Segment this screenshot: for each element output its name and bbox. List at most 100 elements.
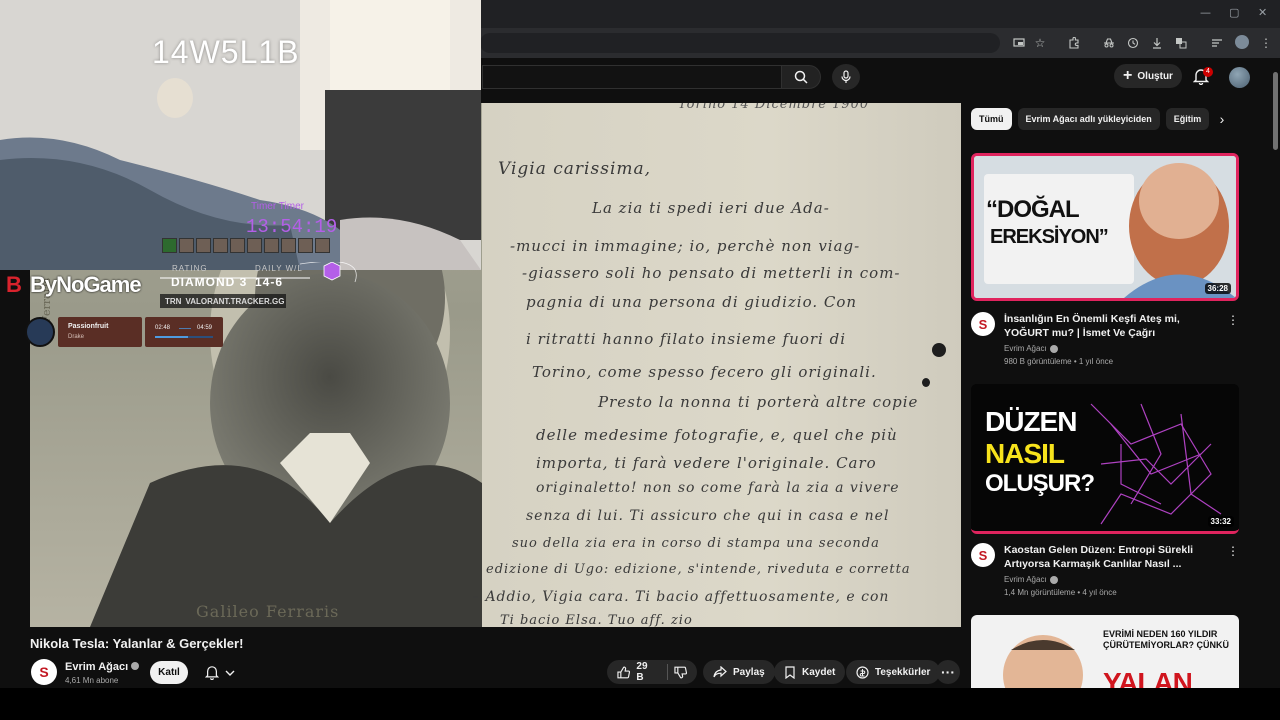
share-icon [713, 666, 727, 678]
letter-line: -mucci in immagine; io, perchè non viag- [510, 237, 861, 255]
share-button[interactable]: Paylaş [703, 660, 775, 684]
bynogame-logo-icon: B [6, 272, 22, 297]
voice-search-button[interactable] [832, 64, 860, 90]
more-vertical-icon[interactable]: ⋮ [1227, 544, 1239, 558]
thumbnail-text: “DOĞAL [986, 196, 1080, 223]
stream-code: 14W5L1B [152, 34, 300, 70]
letter-line: La zia ti spedi ieri due Ada- [592, 199, 830, 217]
letter-line: Torino 14 Dicembre 1900 [678, 103, 870, 112]
cast-icon[interactable] [1010, 34, 1028, 52]
chip-from-uploader[interactable]: Evrim Ağacı adlı yükleyiciden [1017, 108, 1160, 130]
search-input[interactable] [482, 65, 782, 89]
search-button[interactable] [781, 65, 821, 89]
channel-avatar[interactable]: S [31, 659, 57, 685]
close-icon[interactable]: ✕ [1258, 6, 1267, 19]
album-cover [25, 317, 55, 347]
letter-line: Torino, come spesso fecero gli originali… [532, 363, 877, 381]
channel-avatar[interactable]: S [971, 543, 995, 567]
verified-icon [1049, 344, 1058, 353]
download-icon[interactable] [1148, 34, 1166, 52]
thumbnail-text: ÇÜRÜTEMİYORLAR? ÇÜNKÜ [1103, 640, 1229, 650]
webcam-overlay: 14W5L1B Timer Timer 13:54:19 [0, 0, 481, 270]
play-icon [162, 238, 177, 253]
recommendation-channel[interactable]: Evrim Ağacı [1004, 344, 1058, 353]
agent-icon [179, 238, 194, 253]
thanks-button[interactable]: Teşekkürler [846, 660, 941, 684]
account-avatar[interactable] [1229, 67, 1250, 88]
extensions-icon[interactable] [1065, 34, 1083, 52]
more-horizontal-icon: ··· [941, 664, 955, 680]
recommendation-meta: 1,4 Mn görüntüleme • 4 yıl önce [1004, 588, 1117, 597]
letter-line: pagnia di una persona di giudizio. Con [526, 293, 858, 311]
history-icon[interactable] [1124, 34, 1142, 52]
recommendation-title[interactable]: İnsanlığın En Önemli Keşfi Ateş mi, YOĞU… [1004, 312, 1222, 340]
now-playing-progress: 02:48 04:59 [145, 317, 223, 347]
scrollbar-thumb[interactable] [1273, 72, 1278, 150]
channel-avatar[interactable]: S [971, 312, 995, 336]
tracker-brand: TRN [165, 296, 182, 306]
portrait-caption: Galileo Ferraris [196, 602, 340, 621]
agent-icon [213, 238, 228, 253]
chevron-down-icon [225, 670, 235, 676]
letter-line: Vigia carissima, [498, 159, 652, 179]
thumbnail-text: OLUŞUR? [985, 470, 1095, 497]
star-icon[interactable]: ☆ [1031, 34, 1049, 52]
more-actions-button[interactable]: ··· [936, 660, 960, 684]
recommendation-thumbnail[interactable]: DÜZEN NASIL OLUŞUR? 33:32 [971, 384, 1239, 534]
agent-portraits [162, 238, 330, 254]
minimize-icon[interactable]: — [1200, 6, 1211, 19]
verified-icon [131, 662, 140, 670]
thumbnail-text: DÜZEN [985, 406, 1077, 437]
recommendation-thumbnail[interactable]: EVRİMİ NEDEN 160 YILDIR ÇÜRÜTEMİYORLAR? … [971, 615, 1239, 688]
daily-label: DAILY W/L [255, 264, 303, 273]
tracker-badge: TRN VALORANT.TRACKER.GG [160, 294, 286, 308]
duration-badge: 36:28 [1204, 283, 1231, 294]
translate-icon[interactable] [1172, 34, 1190, 52]
subscription-bell-button[interactable] [196, 661, 244, 684]
screen: — ▢ ✕ ☆ ⋮ + Oluştur 4 Ferraris Galileo F… [0, 0, 1280, 720]
track-artist: Drake [68, 334, 85, 340]
thumbs-up-icon[interactable] [617, 666, 631, 679]
bookmark-icon [785, 665, 795, 679]
reading-list-icon[interactable] [1208, 34, 1226, 52]
more-vertical-icon[interactable]: ⋮ [1227, 313, 1239, 327]
agent-icon [298, 238, 313, 253]
page-scrollbar[interactable] [1272, 60, 1280, 688]
recommendation-meta: 980 B görüntüleme • 1 yıl önce [1004, 357, 1114, 366]
recommendation-thumbnail[interactable]: “DOĞAL EREKSİYON” 36:28 [971, 153, 1239, 301]
video-title: Nikola Tesla: Yalanlar & Gerçekler! [30, 636, 244, 651]
recommendation-channel[interactable]: Evrim Ağacı [1004, 575, 1058, 584]
profile-icon[interactable] [1235, 35, 1249, 49]
letter-line: Presto la nonna ti porterà altre copie [598, 393, 919, 411]
maximize-icon[interactable]: ▢ [1229, 6, 1239, 19]
create-button[interactable]: + Oluştur [1114, 64, 1182, 88]
recommendation-title[interactable]: Kaostan Gelen Düzen: Entropi Sürekli Art… [1004, 543, 1222, 571]
thumbnail-text: NASIL [985, 438, 1065, 469]
notification-badge: 4 [1203, 67, 1213, 77]
track-total: 04:59 [197, 325, 213, 331]
chip-education[interactable]: Eğitim [1165, 108, 1210, 130]
progress-dots [179, 328, 191, 329]
timer-label: Timer Timer [251, 201, 304, 212]
taskbar [0, 688, 1280, 720]
letter-image: Torino 14 Dicembre 1900 Vigia carissima,… [472, 103, 961, 627]
save-button[interactable]: Kaydet [774, 660, 846, 684]
divider [666, 664, 668, 680]
thumbnail-text: EREKSİYON” [990, 226, 1109, 248]
thumbs-down-icon[interactable] [673, 666, 687, 679]
channel-name[interactable]: Evrim Ağacı [65, 661, 140, 673]
subscriber-count: 4,61 Mn abone [65, 676, 119, 685]
daily-value: 14-6 [255, 275, 284, 289]
incognito-icon[interactable] [1100, 34, 1118, 52]
more-icon[interactable]: ⋮ [1257, 34, 1275, 52]
like-count[interactable]: 29 B [636, 661, 656, 683]
letter-line: edizione di Ugo: edizione, s'intende, ri… [486, 562, 911, 577]
chevron-right-icon[interactable]: › [1214, 111, 1230, 127]
verified-icon [1049, 575, 1058, 584]
letter-line: – Addio, Vigia cara. Ti bacio affettuosa… [472, 589, 890, 605]
chip-all[interactable]: Tümü [971, 108, 1012, 130]
address-bar[interactable] [480, 33, 1000, 53]
join-button[interactable]: Katıl [150, 661, 188, 684]
tracker-url: VALORANT.TRACKER.GG [185, 296, 285, 306]
thumbnail-text: EVRİMİ NEDEN 160 YILDIR [1103, 629, 1218, 639]
